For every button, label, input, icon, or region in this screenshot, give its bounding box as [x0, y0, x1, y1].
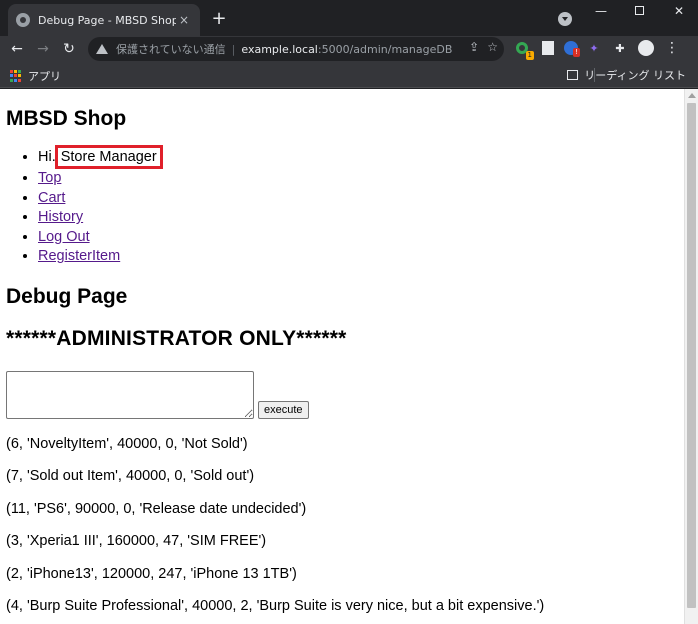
result-row: (2, 'iPhone13', 120000, 247, 'iPhone 13 … — [6, 565, 297, 582]
nav-item-top: Top — [38, 169, 678, 189]
reload-button[interactable]: ↻ — [56, 38, 82, 60]
bookmark-star-icon[interactable]: ☆ — [487, 40, 498, 54]
extensions-puzzle-icon[interactable]: ✚ — [610, 38, 630, 58]
extension-camera-icon[interactable]: ! — [564, 41, 580, 57]
scroll-up-arrow-icon[interactable] — [688, 93, 696, 98]
link-top[interactable]: Top — [38, 170, 61, 186]
minimize-button[interactable]: — — [586, 0, 616, 24]
nav-list: Hi.Store Manager Top Cart History Log Ou… — [6, 145, 678, 267]
scroll-thumb[interactable] — [687, 103, 696, 608]
tab-active[interactable]: Debug Page - MBSD Shop × — [8, 4, 200, 36]
avatar-icon — [638, 40, 654, 56]
doc-icon — [542, 41, 554, 55]
greeting-item: Hi.Store Manager — [38, 145, 678, 169]
greeting-prefix: Hi. — [38, 149, 56, 165]
maximize-icon — [634, 6, 644, 15]
results-list: (6, 'NoveltyItem', 40000, 0, 'Not Sold')… — [6, 435, 678, 616]
tab-search-icon[interactable] — [558, 12, 572, 26]
chrome-menu-icon[interactable]: ⋮ — [662, 38, 682, 58]
apps-shortcut[interactable]: アプリ — [10, 68, 61, 84]
nav-item-register: RegisterItem — [38, 247, 678, 267]
result-row: (6, 'NoveltyItem', 40000, 0, 'Not Sold') — [6, 435, 248, 452]
url-separator: | — [231, 42, 236, 56]
nav-item-cart: Cart — [38, 189, 678, 209]
profile-button[interactable] — [636, 38, 656, 58]
admin-notice: ******ADMINISTRATOR ONLY****** — [6, 326, 347, 350]
share-icon[interactable]: ⇪ — [469, 40, 479, 54]
page-body: MBSD Shop Hi.Store Manager Top Cart Hist… — [0, 107, 684, 615]
extension-alert-badge: ! — [573, 48, 580, 57]
maximize-button[interactable] — [624, 0, 654, 24]
extensions-area: 1 ! ✦ ✚ ⋮ — [512, 38, 682, 60]
bookmarks-bar: アプリ リーディング リスト — [0, 62, 698, 88]
close-tab-icon[interactable]: × — [176, 13, 192, 27]
apps-label: アプリ — [28, 70, 61, 83]
security-status[interactable]: 保護されていない通信 — [116, 41, 226, 57]
query-textarea[interactable] — [6, 370, 254, 419]
link-register-item[interactable]: RegisterItem — [38, 248, 120, 264]
site-title: MBSD Shop — [6, 107, 127, 130]
window-close-button[interactable]: ✕ — [664, 0, 694, 24]
warning-icon[interactable] — [96, 44, 108, 54]
user-name-highlight: Store Manager — [54, 145, 163, 169]
globe-icon — [16, 13, 30, 27]
link-history[interactable]: History — [38, 209, 83, 225]
apps-grid-icon — [10, 70, 22, 82]
forward-button[interactable]: → — [30, 38, 56, 60]
browser-toolbar: ← → ↻ 保護されていない通信 | example.local :5000/a… — [0, 36, 698, 62]
query-form: execute — [6, 370, 678, 419]
page-viewport: MBSD Shop Hi.Store Manager Top Cart Hist… — [0, 89, 684, 624]
vertical-scrollbar[interactable] — [684, 89, 698, 624]
reading-list-button[interactable]: リーディング リスト — [567, 67, 686, 83]
reading-list-label: リーディング リスト — [584, 69, 686, 82]
url-path: :5000/admin/manageDB — [317, 42, 453, 56]
result-row: (3, 'Xperia1 III', 160000, 47, 'SIM FREE… — [6, 533, 267, 550]
link-logout[interactable]: Log Out — [38, 229, 90, 245]
result-row: (11, 'PS6', 90000, 0, 'Release date unde… — [6, 500, 307, 517]
extension-purple-icon[interactable]: ✦ — [584, 38, 604, 58]
link-cart[interactable]: Cart — [38, 190, 65, 206]
page-heading: Debug Page — [6, 284, 128, 308]
result-row: (7, 'Sold out Item', 40000, 0, 'Sold out… — [6, 468, 255, 485]
nav-item-logout: Log Out — [38, 228, 678, 248]
tab-title: Debug Page - MBSD Shop — [38, 13, 176, 27]
execute-button[interactable]: execute — [258, 400, 309, 419]
new-tab-button[interactable]: + — [208, 8, 230, 30]
extension-green-icon[interactable]: 1 — [512, 38, 534, 60]
extension-doc-icon[interactable] — [538, 38, 558, 58]
address-bar[interactable]: 保護されていない通信 | example.local :5000/admin/m… — [88, 37, 504, 61]
back-button[interactable]: ← — [4, 38, 30, 60]
tab-strip: Debug Page - MBSD Shop × + — ✕ — [0, 0, 698, 36]
nav-item-history: History — [38, 208, 678, 228]
result-row: (4, 'Burp Suite Professional', 40000, 2,… — [6, 598, 545, 615]
reading-list-icon — [567, 70, 579, 80]
extension-badge: 1 — [525, 51, 534, 60]
url-host: example.local — [241, 42, 318, 56]
